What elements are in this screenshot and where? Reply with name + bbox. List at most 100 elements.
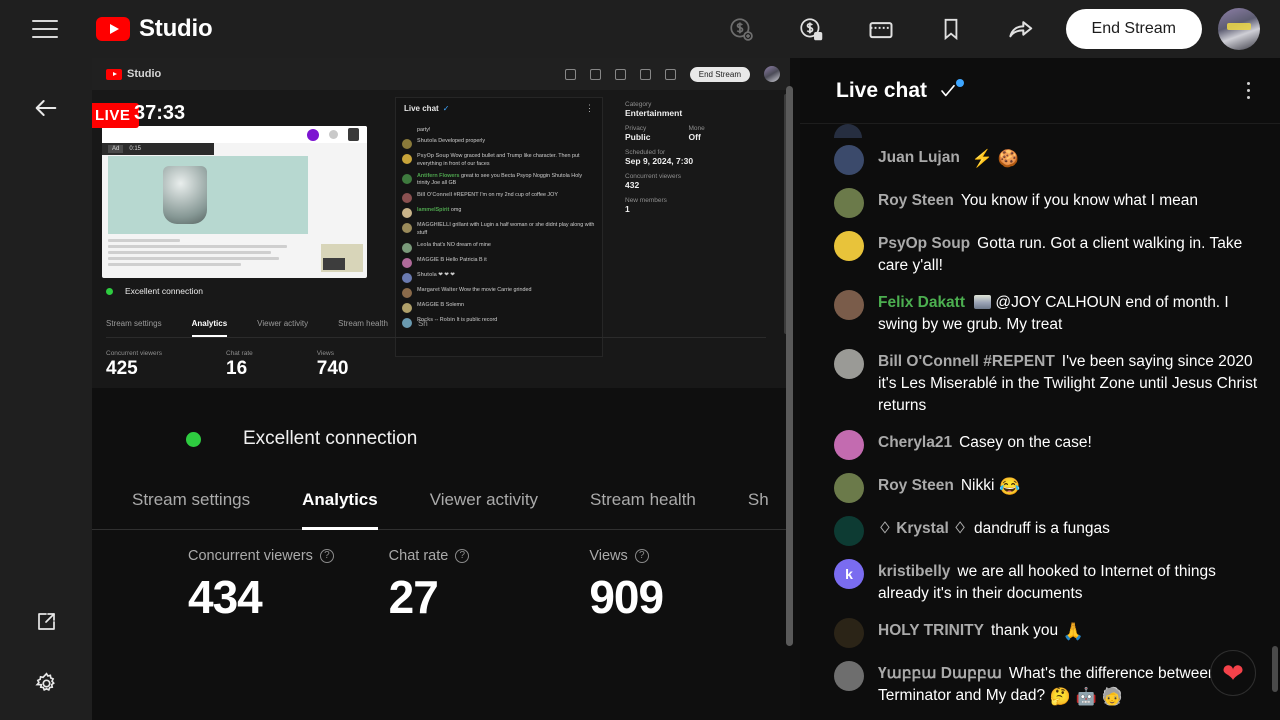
nested-share-icon (664, 68, 676, 80)
chat-partial-message (814, 124, 1266, 138)
message-author[interactable]: Bill O'Connell #REPENT (878, 353, 1055, 370)
message-body: Bill O'Connell #REPENT I've been saying s… (878, 348, 1258, 417)
message-emoji: 🤔 🤖 🧓 (1045, 687, 1123, 706)
chat-message[interactable]: Roy Steen You know if you know what I mea… (814, 181, 1266, 224)
tab-stream-settings[interactable]: Stream settings (106, 470, 276, 530)
message-avatar (834, 231, 864, 261)
end-stream-button[interactable]: End Stream (1065, 9, 1202, 49)
gear-icon[interactable] (26, 663, 66, 703)
nested-message-text: Margaret Walter Wow the movie Carrie gri… (417, 287, 531, 298)
message-author[interactable]: PsyOp Soup (878, 235, 970, 252)
heart-reaction-button[interactable]: ❤ (1210, 650, 1256, 696)
nested-message-text: Shutola ❤ ❤ ❤ (417, 272, 455, 283)
tab-viewer-activity[interactable]: Viewer activity (404, 470, 564, 530)
help-icon[interactable]: ? (319, 549, 334, 563)
chat-message[interactable]: Felix Dakatt @JOY CALHOUN end of month. … (814, 283, 1266, 342)
message-author[interactable]: Roy Steen (878, 477, 954, 494)
tab-analytics[interactable]: Analytics (276, 470, 404, 530)
nested-tab-analytics: Analytics (191, 319, 228, 337)
tab-stream-health[interactable]: Stream health (564, 470, 722, 530)
nested-message-text: Leola that's NO dream of mine (417, 242, 491, 253)
unread-indicator-dot (956, 78, 965, 87)
nested-category-value: Entertainment (625, 108, 683, 118)
stat-value: 434 (188, 571, 263, 623)
chat-message[interactable]: Bill O'Connell #REPENT I've been saying s… (814, 342, 1266, 423)
heart-icon: ❤ (1222, 658, 1244, 688)
nested-message-avatar (402, 173, 412, 184)
chat-message[interactable]: Cheryla21 Casey on the case! (814, 423, 1266, 466)
message-author[interactable]: Roy Steen (878, 192, 954, 209)
message-author[interactable]: Felix Dakatt (878, 294, 965, 311)
nested-message-author: Shutola (417, 271, 437, 278)
chat-message[interactable]: Үաբբա Dաբբա What's the difference between… (814, 654, 1266, 715)
message-body: PsyOp Soup Gotta run. Got a client walkin… (878, 230, 1258, 277)
nested-stat-card: Chat rate 16 (226, 350, 253, 380)
chat-message[interactable]: MMarien Breenyes Bill O'Connell (814, 715, 1266, 720)
brand-label: Studio (139, 15, 213, 42)
nested-avatar (764, 66, 780, 82)
super-chat-icon[interactable] (776, 8, 846, 50)
open-external-icon[interactable] (26, 602, 66, 642)
chat-message[interactable]: PsyOp Soup Gotta run. Got a client walkin… (814, 224, 1266, 283)
chat-message[interactable]: ♢ Krystal ♢ dandruff is a fungas (814, 509, 1266, 552)
nested-ad-badge: Ad (108, 145, 124, 153)
nested-ad-time: 0:15 (129, 146, 142, 152)
help-icon[interactable]: ? (455, 549, 470, 563)
hamburger-menu-icon[interactable] (32, 20, 58, 38)
stat-label: Chat rate (388, 548, 449, 564)
live-badge: LIVE (92, 103, 140, 128)
help-icon[interactable]: ? (634, 549, 649, 563)
message-author[interactable]: ♢ Krystal ♢ (878, 520, 967, 537)
nested-chat-title: Live chat (404, 103, 439, 113)
nested-scheduled-value: Sep 9, 2024, 7:30 (625, 156, 694, 166)
message-body: Roy Steen You know if you know what I mea… (878, 187, 1198, 212)
message-body: Roy Steen Nikki 😂 (878, 472, 1020, 499)
message-emoji: 🙏 (1058, 622, 1085, 641)
kebab-menu-icon[interactable] (1239, 74, 1259, 108)
nested-message-avatar (402, 208, 412, 219)
stage-scrollbar[interactable] (786, 86, 793, 646)
nested-kebab-menu-icon: ⋮ (585, 102, 594, 113)
nested-message-author: Antifern Flowers (417, 172, 460, 179)
message-author[interactable]: Juan Lujan (878, 149, 960, 166)
nested-dark-icon (348, 128, 359, 141)
nested-top-bar: Studio End Stream (92, 58, 790, 90)
share-icon[interactable] (986, 8, 1056, 50)
bookmark-icon[interactable] (916, 8, 986, 50)
chat-message[interactable]: k kristibelly we are all hooked to Interne… (814, 552, 1266, 611)
avatar[interactable] (1218, 8, 1260, 50)
chat-message[interactable]: Juan Lujan ⚡ 🍪 (814, 138, 1266, 181)
nested-message-author: Shutola (417, 138, 437, 144)
message-author[interactable]: Үաբբա Dաբբա (878, 665, 1002, 682)
chat-scrollbar[interactable] (1272, 646, 1278, 692)
tab-sh[interactable]: Sh (722, 470, 790, 530)
message-text: Casey on the case! (959, 434, 1092, 451)
nested-browser-bar (102, 126, 367, 143)
message-author[interactable]: kristibelly (878, 563, 950, 580)
message-avatar (834, 145, 864, 175)
back-arrow-icon[interactable] (26, 88, 66, 128)
monetization-add-icon[interactable] (706, 8, 776, 50)
nested-end-stream-button: End Stream (689, 66, 750, 82)
connection-status-label: Excellent connection (243, 428, 418, 449)
partial-avatar (834, 124, 862, 138)
chat-message[interactable]: Roy Steen Nikki 😂 (814, 466, 1266, 509)
nested-side-thumbnail (321, 244, 363, 272)
message-author[interactable]: HOLY TRINITY (878, 622, 984, 639)
nested-members-value: 1 (625, 204, 630, 214)
message-emoji: ⚡ 🍪 (966, 149, 1019, 168)
youtube-logo-icon (96, 17, 130, 41)
nested-stat-value: 16 (226, 358, 248, 379)
chat-message-list[interactable]: Juan Lujan ⚡ 🍪 Roy Steen You know if you k… (800, 124, 1280, 720)
checkmark-icon[interactable] (937, 78, 965, 100)
nested-thumbnail-object (163, 166, 207, 224)
studio-brand[interactable]: Studio (96, 15, 213, 43)
nested-info-panel: Category Entertainment Privacy Public Mo… (625, 94, 785, 214)
clip-icon[interactable] (846, 8, 916, 50)
message-avatar: k (834, 559, 864, 589)
stat-header: Views? (589, 548, 790, 564)
message-author[interactable]: Cheryla21 (878, 434, 952, 451)
message-body: HOLY TRINITY thank you 🙏 (878, 617, 1084, 644)
stat-card: Chat rate? 27 (389, 548, 590, 624)
chat-message[interactable]: HOLY TRINITY thank you 🙏 (814, 611, 1266, 654)
